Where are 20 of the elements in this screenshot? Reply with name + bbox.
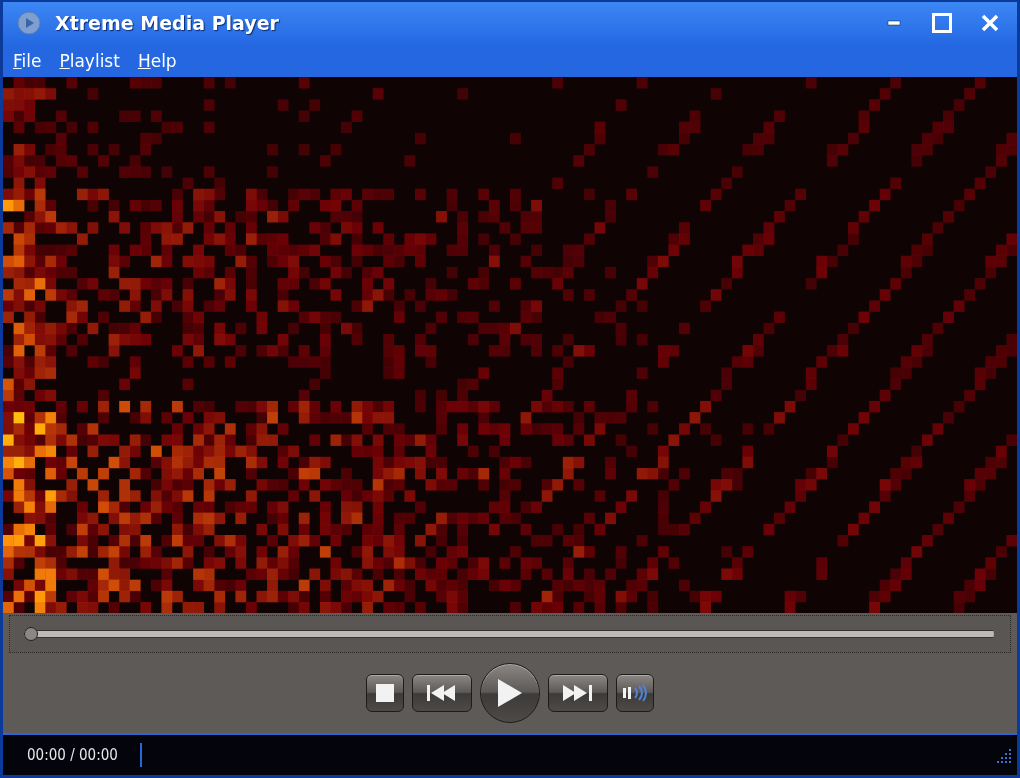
stop-icon xyxy=(376,684,394,703)
close-icon xyxy=(981,14,999,33)
volume-button[interactable] xyxy=(616,674,654,713)
next-button[interactable] xyxy=(548,674,608,713)
play-icon xyxy=(498,679,522,708)
time-display: 00:00 / 00:00 xyxy=(3,743,142,768)
menu-item[interactable]: File xyxy=(13,50,42,71)
minimize-icon xyxy=(887,20,901,27)
window-title: Xtreme Media Player xyxy=(55,12,280,35)
stop-button[interactable] xyxy=(366,674,404,713)
seek-thumb[interactable] xyxy=(24,627,38,642)
seek-track[interactable] xyxy=(24,627,994,642)
next-track-icon xyxy=(563,685,593,702)
previous-button[interactable] xyxy=(412,674,472,713)
menu-item[interactable]: Playlist xyxy=(59,50,120,71)
maximize-icon xyxy=(932,13,952,34)
app-logo-icon xyxy=(17,11,41,36)
menu-item[interactable]: Help xyxy=(137,50,177,71)
speaker-icon xyxy=(623,684,647,703)
previous-track-icon xyxy=(427,685,457,702)
